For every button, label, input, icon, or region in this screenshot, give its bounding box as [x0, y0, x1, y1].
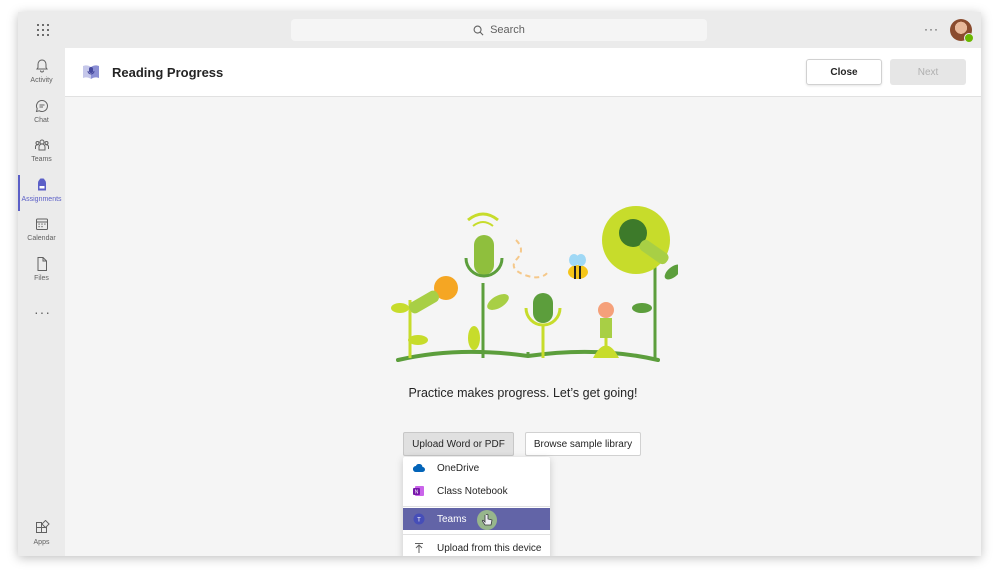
- app-launcher-icon[interactable]: [37, 24, 49, 36]
- rail-label: Chat: [34, 117, 49, 124]
- rail-label: Assignments: [21, 196, 62, 203]
- avatar[interactable]: [950, 19, 974, 43]
- rail-item-apps[interactable]: Apps: [18, 520, 65, 556]
- hand-cursor-icon: [477, 510, 497, 530]
- calendar-icon: [35, 218, 48, 230]
- tagline: Practice makes progress. Let’s get going…: [408, 386, 638, 400]
- upload-word-pdf-button[interactable]: Upload Word or PDF: [403, 432, 514, 456]
- rail-item-assignments[interactable]: Assignments: [18, 175, 65, 215]
- app-rail: Activity Chat Teams Assignments Calendar…: [18, 48, 65, 556]
- rail-item-calendar[interactable]: Calendar: [18, 216, 65, 254]
- next-button[interactable]: Next: [890, 59, 966, 85]
- apps-icon: [35, 520, 50, 533]
- rail-label: Apps: [33, 539, 50, 546]
- menu-divider: [403, 534, 550, 535]
- teams-window: Search ··· Activity Chat Teams Assignmen…: [18, 12, 981, 556]
- rail-label: Teams: [31, 156, 52, 163]
- menu-item-label: Teams: [437, 513, 467, 525]
- rail-label: Activity: [30, 77, 53, 84]
- plants-illustration: [391, 206, 678, 362]
- search-placeholder: Search: [490, 24, 525, 36]
- search-input[interactable]: Search: [291, 19, 707, 41]
- menu-divider: [403, 506, 550, 507]
- svg-text:N: N: [415, 490, 419, 496]
- rail-item-files[interactable]: Files: [18, 256, 65, 294]
- upload-icon: [413, 542, 425, 554]
- rail-label: Files: [34, 275, 49, 282]
- more-options-icon[interactable]: ···: [924, 22, 939, 36]
- backpack-icon: [37, 178, 46, 191]
- chat-icon: [35, 99, 48, 113]
- svg-text:T: T: [417, 517, 421, 523]
- menu-item-onedrive[interactable]: OneDrive: [403, 457, 550, 479]
- search-icon: [473, 25, 484, 35]
- title-bar: Search ···: [18, 12, 981, 48]
- onenote-icon: N: [413, 485, 425, 497]
- app-header: Reading Progress Close Next: [65, 48, 981, 97]
- menu-item-label: Class Notebook: [437, 485, 508, 497]
- more-apps-icon[interactable]: ···: [34, 304, 51, 320]
- rail-item-activity[interactable]: Activity: [18, 58, 65, 96]
- menu-item-label: Upload from this device: [437, 542, 542, 554]
- onedrive-icon: [413, 462, 425, 474]
- close-button[interactable]: Close: [806, 59, 882, 85]
- menu-item-upload-device[interactable]: Upload from this device: [403, 537, 550, 556]
- rail-item-teams[interactable]: Teams: [18, 137, 65, 175]
- browse-sample-library-button[interactable]: Browse sample library: [525, 432, 641, 456]
- upload-source-menu: OneDrive N Class Notebook T Teams Upload…: [403, 457, 550, 556]
- presence-available-icon: [964, 33, 974, 43]
- reading-progress-icon: [83, 65, 99, 79]
- page-title: Reading Progress: [112, 65, 224, 80]
- bell-icon: [35, 59, 48, 73]
- menu-item-class-notebook[interactable]: N Class Notebook: [403, 480, 550, 502]
- menu-item-label: OneDrive: [437, 462, 480, 474]
- menu-item-teams[interactable]: T Teams: [403, 508, 550, 530]
- rail-label: Calendar: [27, 235, 56, 242]
- file-icon: [37, 257, 47, 271]
- rail-item-chat[interactable]: Chat: [18, 98, 65, 136]
- main-content: Reading Progress Close Next Practice mak…: [65, 48, 981, 556]
- teams-app-icon: T: [413, 513, 425, 525]
- teams-icon: [34, 139, 49, 151]
